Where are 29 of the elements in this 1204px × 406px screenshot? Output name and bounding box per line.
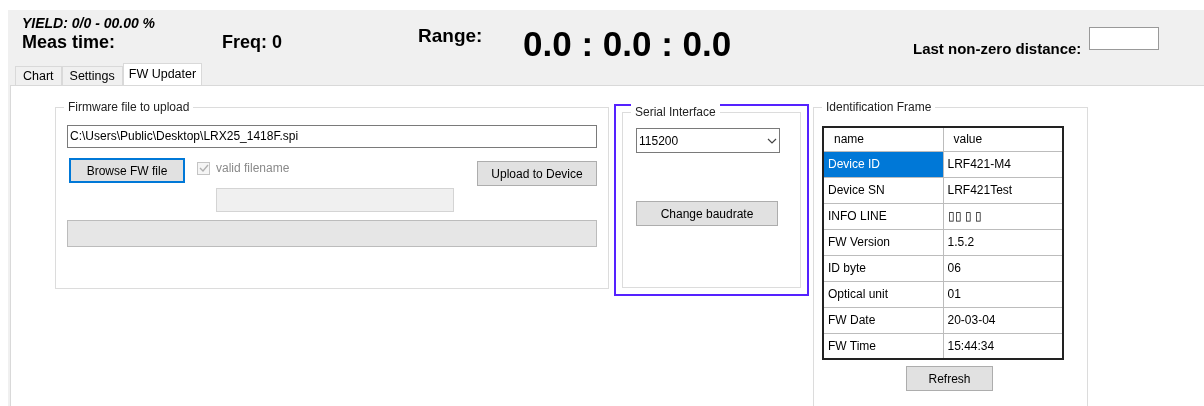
last-distance-label: Last non-zero distance: bbox=[913, 40, 1082, 59]
checkbox-label: valid filename bbox=[216, 160, 290, 177]
table-cell[interactable]: FW Version bbox=[823, 229, 943, 255]
distance-field[interactable] bbox=[1089, 27, 1160, 50]
tab[interactable]: FW Updater bbox=[122, 63, 203, 85]
change-baudrate-button[interactable]: Change baudrate bbox=[636, 201, 778, 226]
table-cell[interactable]: ID byte bbox=[823, 255, 943, 281]
tab[interactable]: Chart bbox=[15, 66, 62, 85]
meas-time-label: Meas time: bbox=[22, 31, 117, 53]
chevron-down-icon bbox=[767, 137, 777, 144]
upload-button[interactable]: Upload to Device bbox=[477, 161, 597, 186]
table-cell[interactable]: INFO LINE bbox=[823, 203, 943, 229]
baudrate-dropdown[interactable]: 115200 bbox=[636, 128, 780, 153]
group-title: Firmware file to upload bbox=[64, 99, 194, 115]
table-cell[interactable]: Device SN bbox=[823, 177, 943, 203]
browse-button[interactable]: Browse FW file bbox=[69, 158, 185, 183]
freq-label: Freq: 0 bbox=[222, 31, 282, 53]
yield-label: YIELD: 0/0 - 00.00 % bbox=[22, 15, 157, 31]
table-cell[interactable]: Device ID bbox=[823, 151, 943, 177]
range-label: Range: bbox=[418, 25, 484, 48]
check-icon bbox=[198, 163, 209, 173]
table-cell[interactable]: Optical unit bbox=[823, 281, 943, 307]
table-cell[interactable]: FW Date bbox=[823, 307, 943, 333]
tab[interactable]: Settings bbox=[61, 66, 123, 85]
table-cell[interactable]: FW Time bbox=[823, 333, 943, 359]
file-path-field[interactable]: C:\Users\Public\Desktop\LRX25_1418F.spi bbox=[67, 125, 597, 148]
refresh-button[interactable]: Refresh bbox=[906, 366, 993, 391]
range-value: 0.0 : 0.0 : 0.0 bbox=[523, 24, 733, 64]
column-header: name bbox=[823, 127, 943, 151]
